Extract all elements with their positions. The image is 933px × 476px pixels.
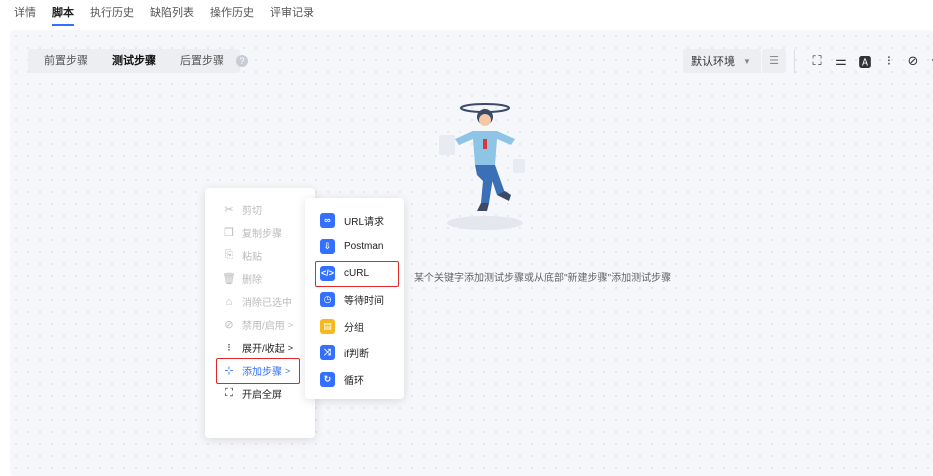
submenu-item-group[interactable]: ▤ 分组 <box>305 313 404 340</box>
submenu-item-label: 分组 <box>344 322 364 334</box>
list-indent-icon[interactable]: ⁝ <box>878 53 900 69</box>
submenu-item-wait-time[interactable]: ◷ 等待时间 <box>305 287 404 314</box>
loop-icon: ↻ <box>320 371 335 387</box>
scissors-icon: ✂ <box>224 204 234 216</box>
tab-pre-steps[interactable]: 前置步骤 <box>32 49 100 73</box>
tab-script[interactable]: 脚本 <box>52 0 74 28</box>
tab-defect-list[interactable]: 缺陷列表 <box>150 0 194 28</box>
add-step-submenu: ∞ URL请求 ⇩ Postman </> cURL ◷ 等待时间 ▤ 分组 ⤨… <box>305 198 404 399</box>
paste-icon: ⎘ <box>224 249 234 261</box>
submenu-item-loop[interactable]: ↻ 循环 <box>305 366 404 393</box>
fullscreen-icon[interactable]: ⛶ <box>806 53 828 69</box>
link-icon: ∞ <box>320 212 335 228</box>
branch-icon: ⤨ <box>320 345 335 361</box>
toolbar-icons: ⛶ ⚌ 🅰 ⁝ ⊘ ↶ <box>806 49 933 73</box>
add-step-icon: ⊹ <box>224 365 234 377</box>
undo-icon[interactable]: ↶ <box>926 53 933 69</box>
menu-item-cut[interactable]: ✂ 剪切 <box>205 198 315 221</box>
submenu-item-label: URL请求 <box>344 216 385 228</box>
chevron-right-icon: > <box>285 365 291 376</box>
submenu-item-label: cURL <box>344 267 370 279</box>
empty-state-illustration <box>439 103 525 230</box>
environment-settings-icon[interactable]: ☰ <box>762 49 786 73</box>
postman-icon: ⇩ <box>320 239 335 255</box>
trash-icon: 🗑 <box>222 273 236 285</box>
menu-item-label: 复制步骤 <box>242 229 282 240</box>
copy-icon: ❐ <box>224 227 234 239</box>
text-format-icon[interactable]: 🅰 <box>854 52 876 71</box>
menu-item-label: 删除 <box>242 275 262 286</box>
menu-item-label: 展开/收起 <box>242 344 285 355</box>
submenu-item-label: 循环 <box>344 375 364 387</box>
menu-item-label: 添加步骤 <box>242 367 282 378</box>
menu-item-expand-collapse[interactable]: ⁝ 展开/收起 > <box>205 336 315 359</box>
context-menu: ✂ 剪切 ❐ 复制步骤 ⎘ 粘贴 🗑 删除 ⌂ 消除已选中 ⊘ 禁用/启用 > … <box>205 188 315 438</box>
disable-icon[interactable]: ⊘ <box>902 53 924 69</box>
menu-item-add-step[interactable]: ⊹ 添加步骤 > <box>205 358 315 384</box>
menu-item-delete[interactable]: 🗑 删除 <box>205 267 315 290</box>
tab-details[interactable]: 详情 <box>14 0 36 28</box>
basket-icon: ⌂ <box>225 295 233 308</box>
help-icon[interactable]: ? <box>236 55 248 67</box>
tab-review-records[interactable]: 评审记录 <box>270 0 314 28</box>
menu-item-label: 剪切 <box>242 206 262 217</box>
code-icon: </> <box>320 265 335 281</box>
steps-segmented-control: 前置步骤 测试步骤 后置步骤 <box>28 49 240 73</box>
menu-item-label: 消除已选中 <box>242 298 292 309</box>
folder-icon: ▤ <box>320 318 335 334</box>
tab-test-steps[interactable]: 测试步骤 <box>100 49 168 73</box>
menu-item-label: 开启全屏 <box>242 390 282 401</box>
chevron-right-icon: > <box>287 342 294 353</box>
submenu-item-label: Postman <box>344 241 384 253</box>
tab-operation-history[interactable]: 操作历史 <box>210 0 254 28</box>
environment-value: 默认环境 <box>691 56 735 68</box>
fullscreen-icon: ⛶ <box>225 387 233 399</box>
submenu-item-if-condition[interactable]: ⤨ if判断 <box>305 340 404 367</box>
menu-item-clear-selection[interactable]: ⌂ 消除已选中 <box>205 290 315 313</box>
submenu-item-postman[interactable]: ⇩ Postman <box>305 234 404 261</box>
expand-icon: ⁝ <box>227 342 231 354</box>
tab-execution-history[interactable]: 执行历史 <box>90 0 134 28</box>
menu-item-label: 禁用/启用 <box>242 321 285 332</box>
submenu-item-curl[interactable]: </> cURL <box>305 260 404 287</box>
submenu-item-url-request[interactable]: ∞ URL请求 <box>305 207 404 234</box>
menu-item-paste[interactable]: ⎘ 粘贴 <box>205 244 315 267</box>
empty-state-hint: 某个关键字添加测试步骤或从底部"新建步骤"添加测试步骤 <box>414 273 672 284</box>
menu-item-fullscreen[interactable]: ⛶ 开启全屏 <box>205 382 315 405</box>
clock-icon: ◷ <box>320 292 335 308</box>
tab-post-steps[interactable]: 后置步骤 <box>168 49 236 73</box>
filter-sliders-icon[interactable]: ⚌ <box>830 53 852 69</box>
toolbar-divider <box>794 49 795 73</box>
chevron-right-icon: > <box>287 319 294 330</box>
submenu-item-label: if判断 <box>344 349 369 361</box>
disable-icon: ⊘ <box>224 319 234 331</box>
top-tab-bar: 详情 脚本 执行历史 缺陷列表 操作历史 评审记录 <box>0 0 933 28</box>
environment-select[interactable]: 默认环境 ▼ <box>683 49 761 73</box>
chevron-down-icon: ▼ <box>743 56 751 66</box>
script-canvas[interactable]: 前置步骤 测试步骤 后置步骤 ? 默认环境 ▼ ☰ ⛶ ⚌ 🅰 ⁝ ⊘ ↶ 某个… <box>10 30 933 476</box>
menu-item-disable-enable[interactable]: ⊘ 禁用/启用 > <box>205 313 315 336</box>
menu-item-copy-step[interactable]: ❐ 复制步骤 <box>205 221 315 244</box>
submenu-item-label: 等待时间 <box>344 296 384 308</box>
menu-item-label: 粘贴 <box>242 252 262 263</box>
